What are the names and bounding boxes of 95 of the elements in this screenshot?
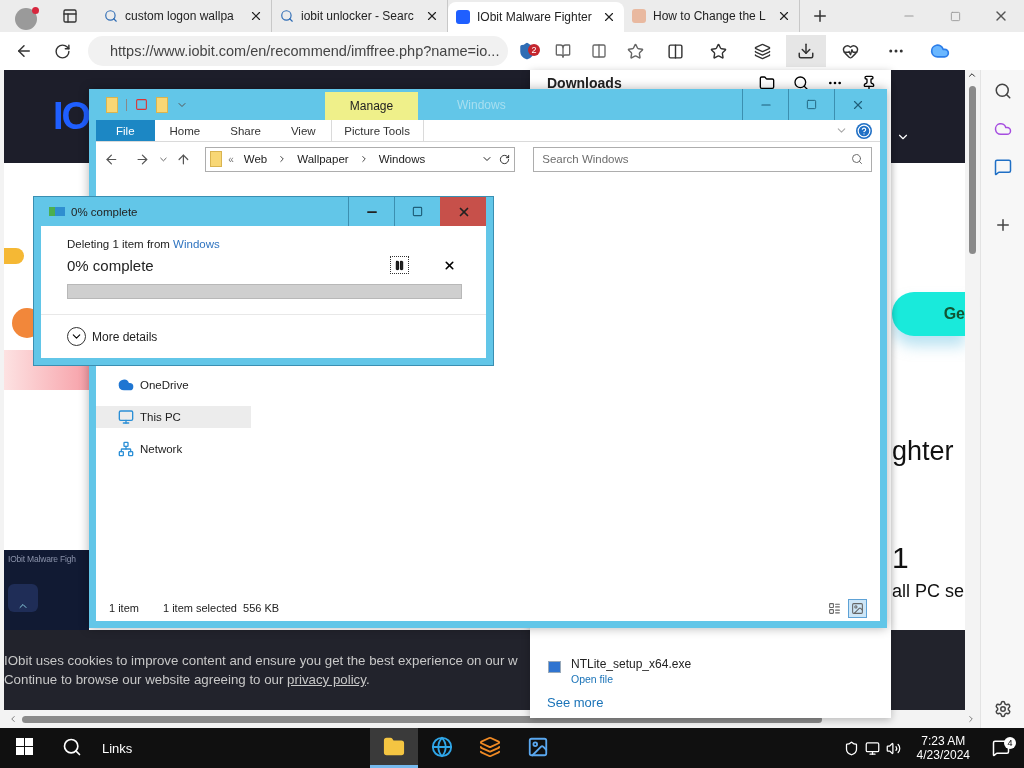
folder-link[interactable]: Windows [173,238,220,250]
new-tab-icon[interactable] [811,7,829,25]
count-badge: 2 [528,44,540,56]
pin-icon[interactable] [861,75,877,91]
scroll-up-icon[interactable] [967,70,977,80]
ribbon-tab[interactable]: File [96,120,155,141]
favorites-icon[interactable] [709,42,727,60]
help-icon[interactable] [856,122,872,139]
scroll-thumb[interactable] [968,86,976,254]
close-icon[interactable] [249,9,263,23]
search-field[interactable]: Search Windows [533,146,872,172]
close-icon[interactable] [602,10,616,24]
status-text: 1 item [109,602,139,614]
search-icon [280,9,294,23]
status-text: 1 item selected 556 KB [162,602,280,614]
cookie-text: IObit uses cookies to improve content and ensure you get the best experience on our w [4,653,518,668]
search-icon [851,153,863,165]
footer-text: IObit Malware Figh [8,554,76,564]
tab-actions-icon[interactable] [62,8,78,24]
privacy-link[interactable]: privacy policy [287,672,366,687]
folder-icon [210,151,223,167]
close-icon[interactable] [425,9,439,23]
see-more-link[interactable]: See more [547,695,891,710]
monitor-icon [118,409,134,425]
ribbon-tab[interactable]: Picture Tools [330,120,424,141]
notification-dot [32,6,39,14]
toolbar-label[interactable]: Links [102,740,133,756]
folder-icon [383,735,406,758]
overflow-text: « [228,153,234,165]
heading-text: 1 [892,541,909,575]
image-icon [527,735,550,758]
status-message: Deleting 1 item from Windows [67,238,221,250]
notification-icon[interactable] [992,739,1010,757]
nav-item[interactable]: This PC [96,406,251,428]
folder-icon[interactable] [759,75,775,91]
breadcrumb[interactable]: Windows [374,153,430,165]
breadcrumb[interactable]: Web [239,153,272,165]
nav-item[interactable]: Network [96,438,251,460]
pause-icon [394,259,405,271]
clock[interactable]: 7:23 AM 4/23/2024 [916,734,970,762]
breadcrumb[interactable]: Wallpaper [293,153,353,165]
panel-title: Downloads [547,75,622,91]
search-icon[interactable] [993,82,1012,100]
settings-icon[interactable] [993,700,1012,718]
refresh-icon[interactable] [499,153,511,165]
maximize-icon[interactable] [806,99,817,110]
heading-text: ghter [892,436,954,467]
cancel-icon[interactable] [443,258,456,272]
health-icon[interactable] [841,42,859,60]
search-icon[interactable] [62,736,82,757]
profile-avatar[interactable] [15,7,37,30]
url-text: https://www.iobit.com/en/recommend/imffree.php?name=io... [110,43,500,59]
split-screen-icon[interactable] [666,42,684,60]
count-badge: 4 [1004,737,1016,749]
close-icon[interactable] [777,9,791,23]
windows-icon[interactable] [15,738,33,755]
more-details-link[interactable]: More details [92,329,158,344]
pause-button[interactable] [390,256,409,274]
download-icon[interactable] [797,42,815,60]
volume-icon[interactable] [885,740,901,756]
ribbon-tab[interactable]: View [275,120,331,141]
site-icon [456,10,470,24]
shield-icon[interactable] [843,740,859,756]
image-icon [632,9,646,23]
maximize-icon[interactable] [412,206,423,217]
file-icon [548,661,561,673]
favorite-icon[interactable] [626,42,644,60]
layers-icon [479,735,502,758]
globe-icon [431,735,454,758]
address-field[interactable]: https://www.iobit.com/en/recommend/imffree.php?name=io... [88,36,508,66]
window-title: Windows [457,97,506,112]
address-bar[interactable]: « Web Wallpaper Windows [205,146,516,172]
logo-text: IO [52,95,89,138]
cloud-icon [118,377,134,393]
refresh-icon[interactable] [53,42,71,60]
subtitle-text: all PC se [892,581,965,602]
view-button[interactable] [848,598,867,618]
list-icon [828,601,841,615]
cookie-text: Continue to browse our website agreeing to our privacy policy. [4,672,370,687]
image-icon [851,601,864,615]
dialog-title: 0% complete [71,205,138,218]
ribbon-tab[interactable]: Home [154,120,216,141]
taskbar-app[interactable] [370,728,419,768]
decoration [4,248,24,264]
file-name: NTLite_setup_x64.exe [571,657,692,671]
browser-tab[interactable]: IObit Malware Fighter [448,2,624,32]
search-icon[interactable] [793,75,809,91]
back-icon[interactable] [15,42,33,60]
nav-item[interactable]: OneDrive [96,374,251,396]
progress-text: 0% complete [67,256,154,274]
search-icon [104,9,118,23]
get-button[interactable]: Ge [892,292,965,336]
ribbon-tab[interactable]: Share [215,120,276,141]
open-file-link[interactable]: Open file [571,673,692,685]
context-tab[interactable]: Manage [325,92,418,120]
